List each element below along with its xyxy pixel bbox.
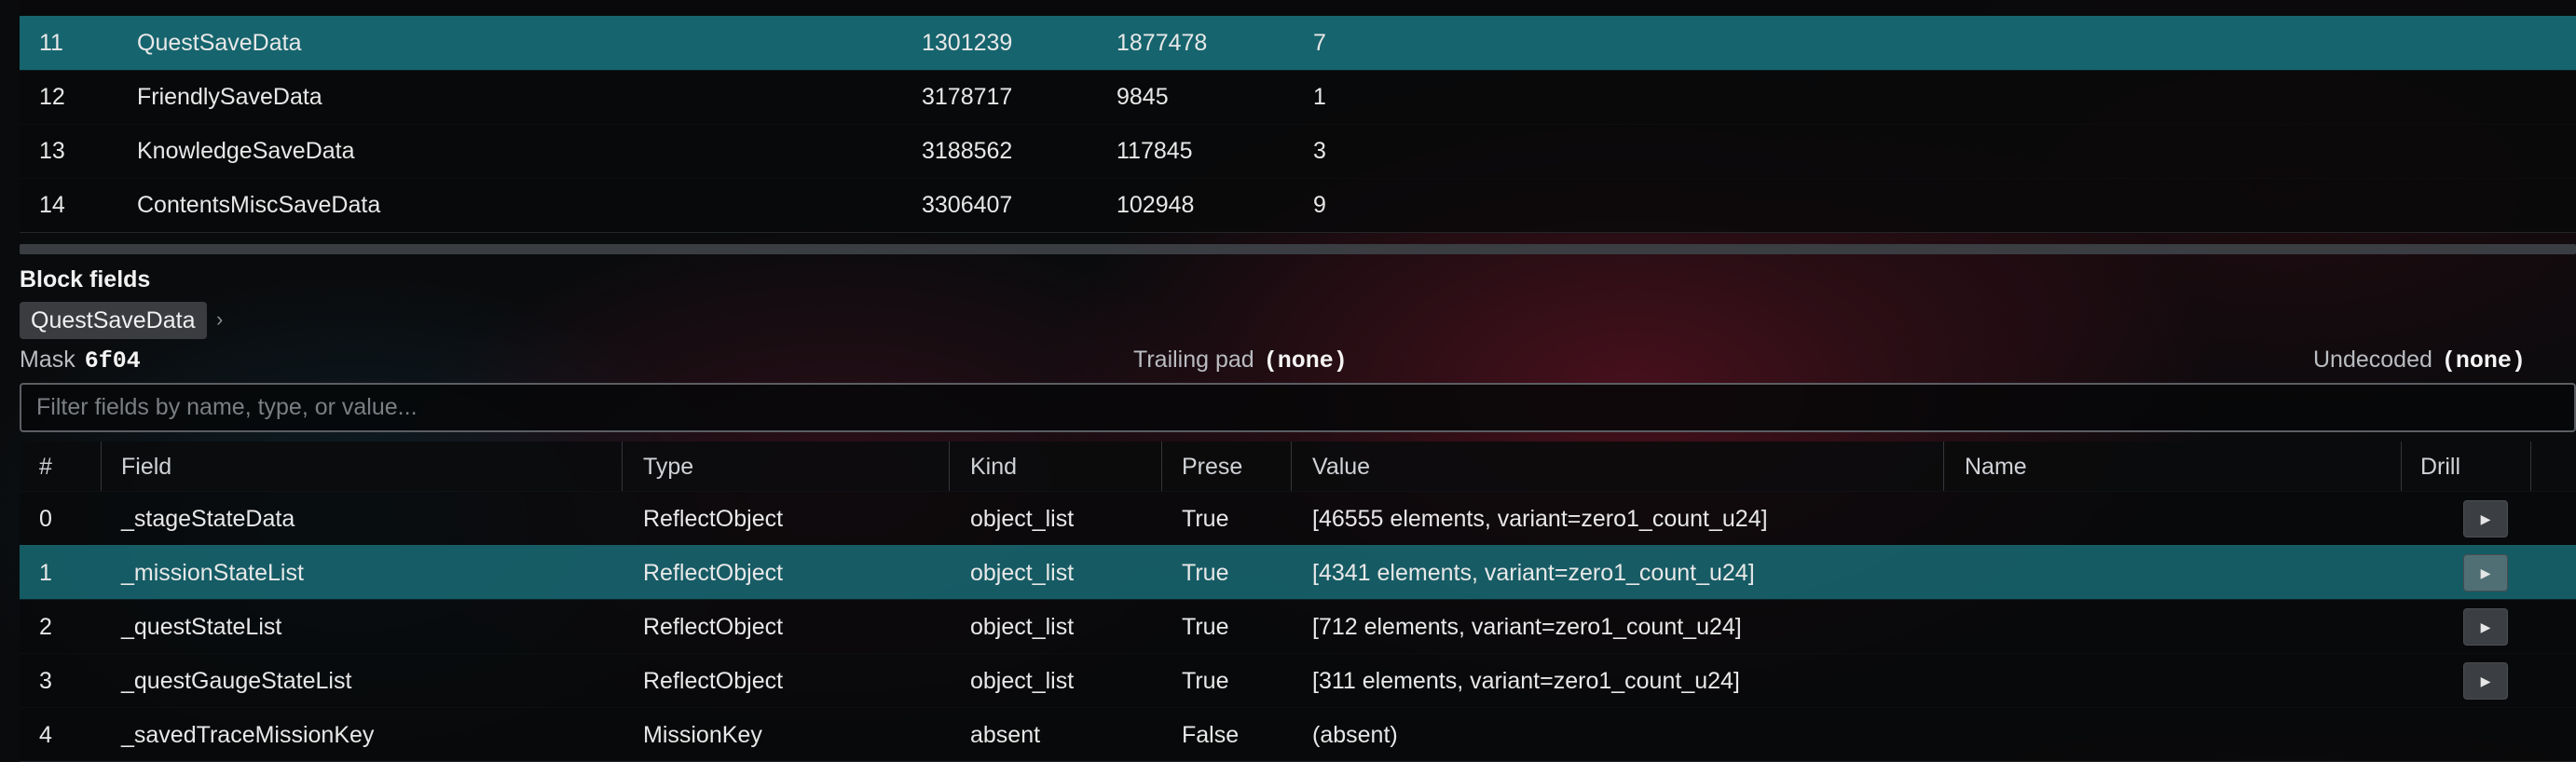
field-value: [712 elements, variant=zero1_count_u24]: [1312, 614, 1742, 640]
block-index: 13: [39, 137, 65, 164]
field-name: _savedTraceMissionKey: [121, 722, 375, 748]
block-index: 11: [39, 29, 63, 56]
field-type: ReflectObject: [643, 668, 784, 694]
breadcrumb-item[interactable]: QuestSaveData: [20, 302, 207, 339]
field-present: True: [1182, 560, 1229, 586]
play-triangle-icon: ▶: [2480, 510, 2491, 526]
undecoded-value: (none): [2441, 347, 2526, 374]
block-count: 9: [1313, 191, 1326, 218]
column-resizer[interactable]: [1291, 442, 1292, 491]
drill-button[interactable]: ▶: [2463, 500, 2508, 537]
field-row[interactable]: 3 _questGaugeStateList ReflectObject obj…: [20, 653, 2576, 708]
field-num: 1: [39, 560, 52, 586]
field-present: False: [1182, 722, 1240, 748]
field-type: ReflectObject: [643, 614, 784, 640]
block-offset: 3178717: [922, 83, 1013, 110]
column-header-type[interactable]: Type: [643, 454, 693, 481]
drill-button[interactable]: ▶: [2463, 662, 2508, 700]
block-size: 9845: [1117, 83, 1169, 110]
column-header-value[interactable]: Value: [1312, 454, 1370, 481]
block-offset: 3188562: [922, 137, 1013, 164]
filter-fields-input[interactable]: [20, 383, 2576, 432]
field-kind: absent: [970, 722, 1041, 748]
block-index: 14: [39, 191, 65, 218]
mask-value: 6f04: [84, 347, 141, 374]
column-resizer[interactable]: [622, 442, 623, 491]
field-kind: object_list: [970, 506, 1075, 532]
section-title: Block fields: [20, 266, 151, 293]
block-size: 1877478: [1117, 29, 1208, 56]
block-count: 3: [1313, 137, 1326, 164]
column-header-present[interactable]: Prese: [1182, 454, 1256, 481]
mask-info: Mask 6f04: [20, 347, 141, 374]
play-triangle-icon: ▶: [2480, 565, 2491, 580]
pane-splitter[interactable]: [20, 244, 2576, 254]
block-row[interactable]: 13 KnowledgeSaveData 3188562 117845 3: [20, 124, 2576, 179]
column-resizer[interactable]: [949, 442, 950, 491]
field-kind: object_list: [970, 560, 1075, 586]
block-index: 12: [39, 83, 65, 110]
field-row[interactable]: 4 _savedTraceMissionKey MissionKey absen…: [20, 707, 2576, 762]
field-type: ReflectObject: [643, 560, 784, 586]
field-present: True: [1182, 668, 1229, 694]
column-resizer[interactable]: [1943, 442, 1944, 491]
play-triangle-icon: ▶: [2480, 619, 2491, 634]
field-value: [311 elements, variant=zero1_count_u24]: [1312, 668, 1740, 694]
field-value: [46555 elements, variant=zero1_count_u24…: [1312, 506, 1768, 532]
column-header-name[interactable]: Name: [1965, 454, 2027, 481]
column-header-kind[interactable]: Kind: [970, 454, 1017, 481]
block-row[interactable]: 14 ContentsMiscSaveData 3306407 102948 9: [20, 178, 2576, 233]
block-size: 117845: [1117, 137, 1193, 164]
block-name: QuestSaveData: [137, 29, 302, 56]
field-name: _questStateList: [121, 614, 282, 640]
undecoded-info: Undecoded (none): [2313, 347, 2526, 374]
column-resizer[interactable]: [1161, 442, 1162, 491]
chevron-right-icon: ›: [216, 307, 224, 331]
block-name: KnowledgeSaveData: [137, 137, 355, 164]
block-offset: 3306407: [922, 191, 1013, 218]
block-row[interactable]: 11 QuestSaveData 1301239 1877478 7: [20, 16, 2576, 71]
field-value: (absent): [1312, 722, 1398, 748]
field-num: 0: [39, 506, 52, 532]
field-value: [4341 elements, variant=zero1_count_u24]: [1312, 560, 1755, 586]
field-num: 3: [39, 668, 52, 694]
undecoded-label: Undecoded: [2313, 347, 2432, 373]
play-triangle-icon: ▶: [2480, 673, 2491, 688]
field-kind: object_list: [970, 668, 1075, 694]
column-resizer[interactable]: [2401, 442, 2402, 491]
column-resizer[interactable]: [2530, 442, 2531, 491]
field-kind: object_list: [970, 614, 1075, 640]
drill-button[interactable]: ▶: [2463, 608, 2508, 646]
mask-label: Mask: [20, 347, 75, 373]
field-name: _stageStateData: [121, 506, 295, 532]
field-num: 4: [39, 722, 52, 748]
field-type: MissionKey: [643, 722, 762, 748]
trailing-pad-info: Trailing pad (none): [1133, 347, 1348, 374]
fields-table-header: # Field Type Kind Prese Value Name Drill: [20, 442, 2576, 492]
field-row[interactable]: 1 _missionStateList ReflectObject object…: [20, 545, 2576, 600]
column-header-field[interactable]: Field: [121, 454, 171, 481]
field-row[interactable]: 0 _stageStateData ReflectObject object_l…: [20, 491, 2576, 546]
drill-button[interactable]: ▶: [2463, 554, 2508, 592]
column-header-drill[interactable]: Drill: [2420, 454, 2460, 481]
field-type: ReflectObject: [643, 506, 784, 532]
field-name: _missionStateList: [121, 560, 304, 586]
field-name: _questGaugeStateList: [121, 668, 352, 694]
block-name: FriendlySaveData: [137, 83, 322, 110]
block-size: 102948: [1117, 191, 1195, 218]
field-row[interactable]: 2 _questStateList ReflectObject object_l…: [20, 599, 2576, 654]
block-name: ContentsMiscSaveData: [137, 191, 381, 218]
block-count: 7: [1313, 29, 1326, 56]
field-present: True: [1182, 506, 1229, 532]
field-present: True: [1182, 614, 1229, 640]
column-header-num[interactable]: #: [39, 454, 95, 481]
field-num: 2: [39, 614, 52, 640]
block-offset: 1301239: [922, 29, 1013, 56]
trailing-pad-label: Trailing pad: [1133, 347, 1254, 373]
block-count: 1: [1313, 83, 1326, 110]
block-row[interactable]: 12 FriendlySaveData 3178717 9845 1: [20, 70, 2576, 125]
column-resizer[interactable]: [101, 442, 102, 491]
trailing-pad-value: (none): [1263, 347, 1348, 374]
